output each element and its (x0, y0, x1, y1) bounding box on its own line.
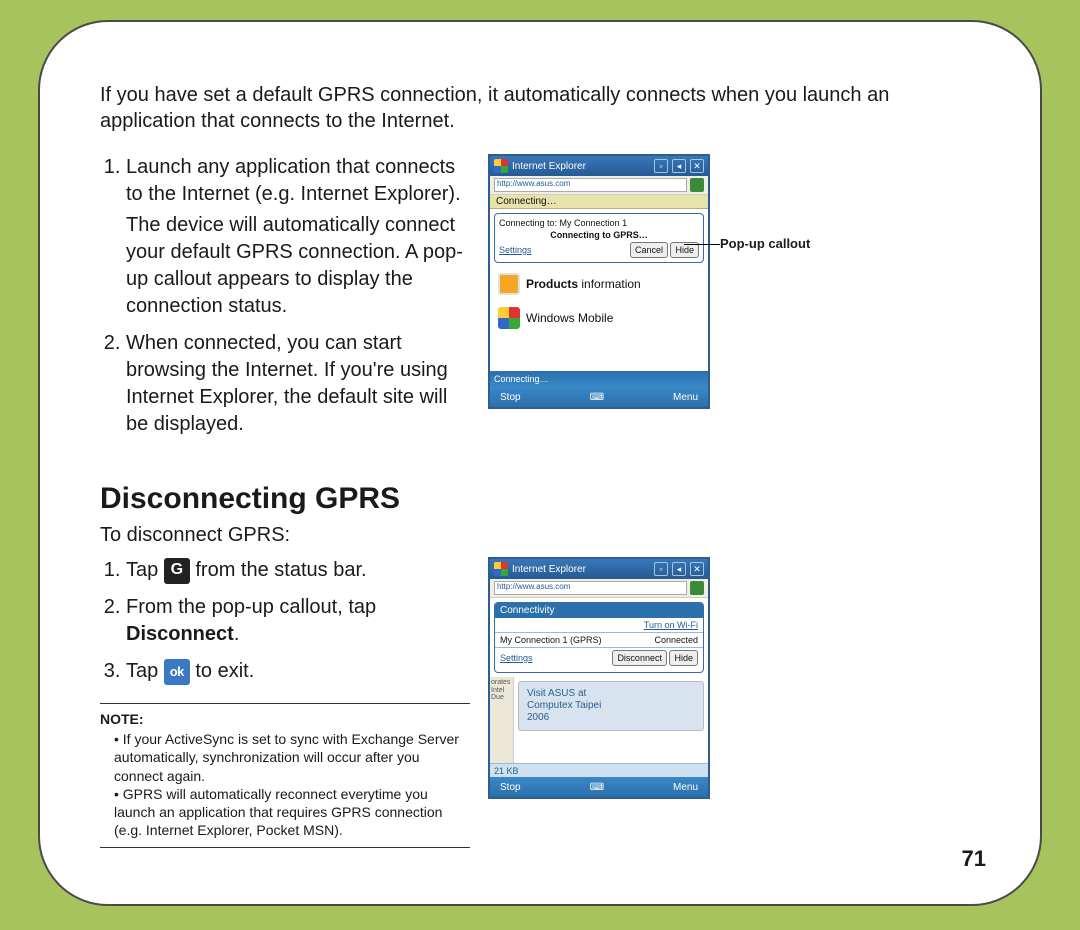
promo-line: 2006 (527, 712, 695, 724)
close-icon: ✕ (690, 562, 704, 576)
item-label: Windows Mobile (526, 311, 613, 325)
step-text-b: to exit. (195, 660, 254, 682)
connecting-banner: Connecting… (490, 195, 708, 209)
side-text: orates (491, 679, 512, 687)
status-bar: Connecting… (490, 371, 708, 387)
cancel-button[interactable]: Cancel (630, 242, 668, 258)
connect-text-col: Launch any application that connects to … (100, 154, 470, 448)
titlebar: Internet Explorer ▫ ◂ ✕ (490, 559, 708, 579)
promo-line: Computex Taipei (527, 700, 695, 712)
device-screenshot-2: Internet Explorer ▫ ◂ ✕ http://www.asus.… (488, 557, 710, 799)
volume-icon: ◂ (672, 562, 686, 576)
softkey-right[interactable]: Menu (673, 392, 698, 403)
promo-line: Visit ASUS at (527, 688, 695, 700)
connectivity-header: Connectivity (495, 603, 703, 618)
step-text-a: Tap (126, 559, 164, 581)
keyboard-icon[interactable]: ⌨ (590, 782, 604, 793)
leader-line (684, 244, 720, 245)
disconnect-bold: Disconnect (126, 623, 234, 645)
disconnect-step-1: Tap G from the status bar. (126, 557, 470, 584)
connect-steps: Launch any application that connects to … (100, 154, 470, 438)
side-text: Intel (491, 687, 512, 695)
intro-paragraph: If you have set a default GPRS connectio… (100, 82, 980, 134)
list-item[interactable]: Products information (490, 267, 708, 301)
step-text-b: . (234, 623, 240, 645)
disconnect-button[interactable]: Disconnect (612, 650, 667, 666)
close-icon: ✕ (690, 159, 704, 173)
step-text-a: Tap (126, 660, 164, 682)
settings-link[interactable]: Settings (499, 245, 532, 255)
connection-state: Connected (654, 635, 698, 645)
disconnect-text-col: Tap G from the status bar. From the pop-… (100, 557, 470, 848)
content-area: orates Intel Due Visit ASUS at Computex … (490, 677, 708, 763)
soft-key-bar: Stop ⌨ Menu (490, 387, 708, 407)
connect-row: Launch any application that connects to … (100, 154, 980, 448)
note-label: NOTE: (100, 710, 470, 728)
callout-line2: Connecting to GPRS… (499, 230, 699, 240)
windows-icon (498, 307, 520, 329)
softkey-left[interactable]: Stop (500, 392, 521, 403)
callout-line1: Connecting to: My Connection 1 (499, 218, 699, 228)
step-text-a: From the pop-up callout, tap (126, 596, 376, 618)
connect-step-1: Launch any application that connects to … (126, 154, 470, 320)
disconnect-subhead: To disconnect GPRS: (100, 524, 980, 547)
step-text: Launch any application that connects to … (126, 156, 461, 205)
disconnect-step-2: From the pop-up callout, tap Disconnect. (126, 594, 470, 648)
soft-key-bar: Stop ⌨ Menu (490, 777, 708, 797)
go-icon[interactable] (690, 581, 704, 595)
disconnect-heading: Disconnecting GPRS (100, 482, 980, 516)
gprs-icon: G (164, 558, 190, 584)
note-item: GPRS will automatically reconnect everyt… (114, 785, 470, 840)
step-sub: The device will automatically connect yo… (126, 212, 470, 320)
url-field[interactable]: http://www.asus.com (494, 581, 687, 595)
connectivity-callout: Connectivity Turn on Wi-Fi My Connection… (494, 602, 704, 673)
volume-icon: ◂ (672, 159, 686, 173)
list-item[interactable]: Windows Mobile (490, 301, 708, 335)
disconnect-step-3: Tap ok to exit. (126, 658, 470, 685)
screenshot-1-col: Internet Explorer ▫ ◂ ✕ http://www.asus.… (488, 154, 710, 409)
page-number: 71 (962, 846, 986, 872)
url-field[interactable]: http://www.asus.com (494, 178, 687, 192)
hide-button[interactable]: Hide (669, 650, 698, 666)
connection-callout: Connecting to: My Connection 1 Connectin… (494, 213, 704, 263)
address-bar: http://www.asus.com (490, 176, 708, 195)
ok-icon: ok (164, 659, 190, 685)
app-title: Internet Explorer (512, 564, 586, 575)
side-column: orates Intel Due (490, 677, 514, 763)
item-bold: Products (526, 277, 578, 291)
wifi-link[interactable]: Turn on Wi-Fi (644, 620, 698, 630)
softkey-right[interactable]: Menu (673, 782, 698, 793)
titlebar: Internet Explorer ▫ ◂ ✕ (490, 156, 708, 176)
manual-page: If you have set a default GPRS connectio… (38, 20, 1042, 906)
address-bar: http://www.asus.com (490, 579, 708, 598)
popup-callout-label: Pop-up callout (720, 236, 810, 251)
signal-icon: ▫ (654, 159, 668, 173)
device-screenshot-1: Internet Explorer ▫ ◂ ✕ http://www.asus.… (488, 154, 710, 409)
disconnect-row: Tap G from the status bar. From the pop-… (100, 557, 980, 848)
side-text: Due (491, 694, 512, 702)
go-icon[interactable] (690, 178, 704, 192)
start-icon (494, 562, 508, 576)
screenshot-2-col: Internet Explorer ▫ ◂ ✕ http://www.asus.… (488, 557, 710, 799)
item-rest: information (578, 277, 641, 291)
softkey-left[interactable]: Stop (500, 782, 521, 793)
step-text-b: from the status bar. (195, 559, 366, 581)
connection-name: My Connection 1 (GPRS) (500, 635, 602, 645)
products-icon (498, 273, 520, 295)
signal-icon: ▫ (654, 562, 668, 576)
start-icon (494, 159, 508, 173)
size-bar: 21 KB (490, 763, 708, 777)
app-title: Internet Explorer (512, 161, 586, 172)
connect-step-2: When connected, you can start browsing t… (126, 330, 470, 438)
keyboard-icon[interactable]: ⌨ (590, 392, 604, 403)
note-block: NOTE: If your ActiveSync is set to sync … (100, 703, 470, 848)
promo-box: Visit ASUS at Computex Taipei 2006 (518, 681, 704, 731)
settings-link[interactable]: Settings (500, 653, 533, 663)
blank-area (490, 335, 708, 371)
note-list: If your ActiveSync is set to sync with E… (100, 730, 470, 839)
disconnect-steps: Tap G from the status bar. From the pop-… (100, 557, 470, 685)
note-item: If your ActiveSync is set to sync with E… (114, 730, 470, 785)
